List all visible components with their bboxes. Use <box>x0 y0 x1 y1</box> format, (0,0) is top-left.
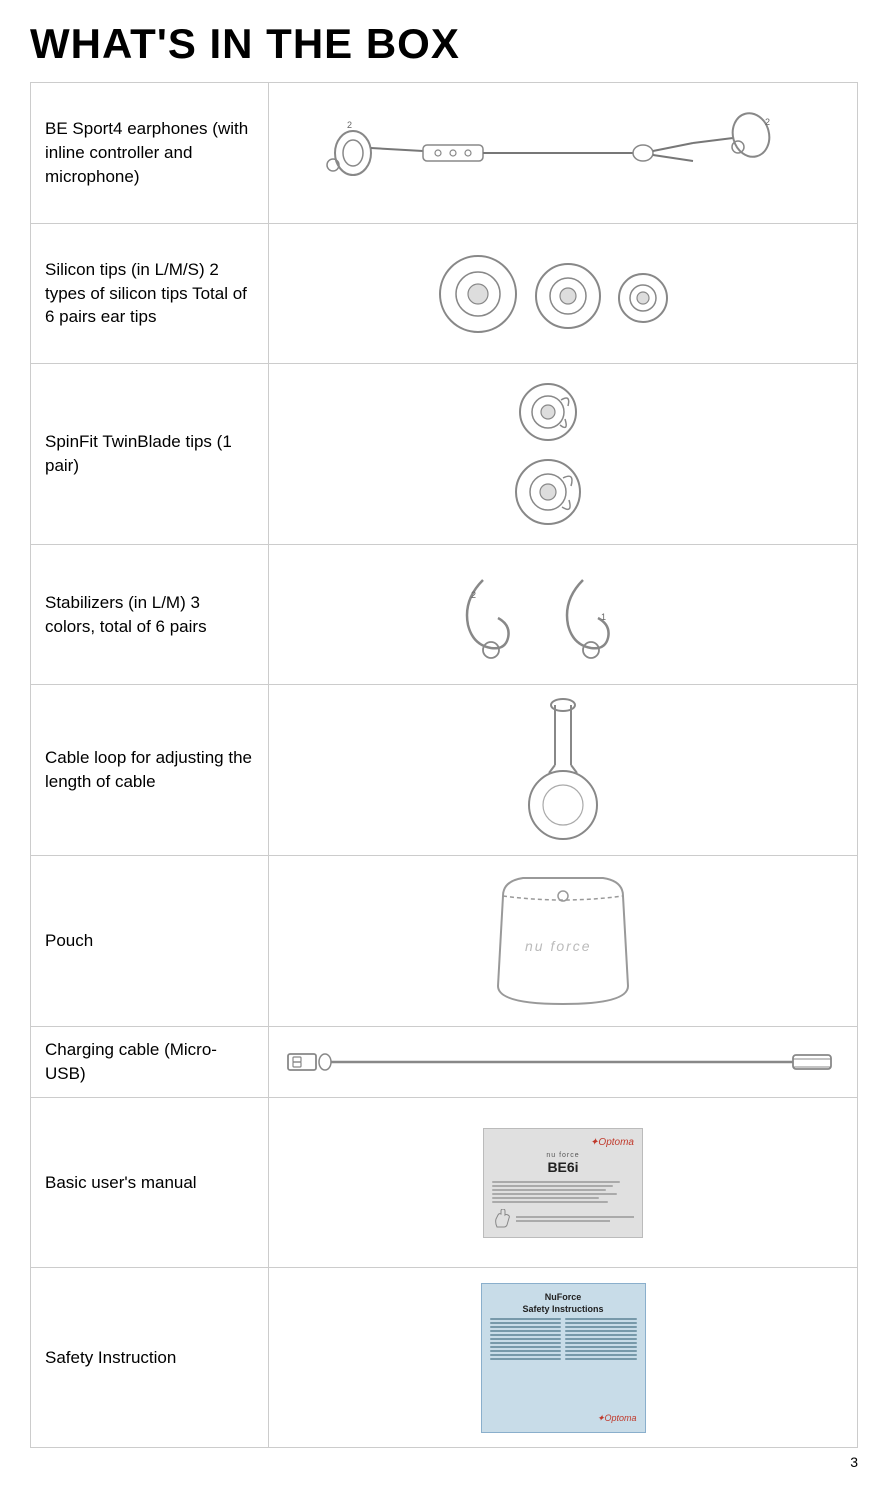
contents-table: BE Sport4 earphones (with inline control… <box>30 82 858 1448</box>
table-row: Safety Instruction NuForce Safety Instru… <box>31 1268 858 1448</box>
item-image: ✦Optoma nu force BE6i <box>269 1098 858 1268</box>
table-row: Stabilizers (in L/M) 3 colors, total of … <box>31 545 858 685</box>
safety-content <box>490 1318 637 1409</box>
hand-icon <box>492 1209 512 1229</box>
table-row: SpinFit TwinBlade tips (1 pair) <box>31 364 858 545</box>
table-row: Cable loop for adjusting the length of c… <box>31 685 858 856</box>
item-label: SpinFit TwinBlade tips (1 pair) <box>31 364 269 545</box>
nuforce-text: nu force <box>492 1152 634 1159</box>
item-label: Silicon tips (in L/M/S) 2 types of silic… <box>31 224 269 364</box>
item-image <box>269 1027 858 1098</box>
table-row: BE Sport4 earphones (with inline control… <box>31 83 858 224</box>
item-label: Cable loop for adjusting the length of c… <box>31 685 269 856</box>
item-label: BE Sport4 earphones (with inline control… <box>31 83 269 224</box>
pouch-svg: nu force <box>463 866 663 1016</box>
page-title: WHAT'S IN THE BOX <box>30 20 858 68</box>
charging-cable-svg <box>283 1037 843 1087</box>
safety-card: NuForce Safety Instructions <box>481 1283 646 1433</box>
item-image: 2 1 <box>269 545 858 685</box>
safety-optoma-logo: ✦Optoma <box>490 1413 637 1424</box>
table-row: Basic user's manual ✦Optoma nu force BE6… <box>31 1098 858 1268</box>
item-image: nu force <box>269 856 858 1027</box>
item-label: Safety Instruction <box>31 1268 269 1448</box>
manual-card: ✦Optoma nu force BE6i <box>483 1128 643 1238</box>
page-number: 3 <box>850 1454 858 1470</box>
optoma-logo: ✦Optoma <box>492 1137 634 1148</box>
svg-text:1: 1 <box>601 612 606 622</box>
safety-title: Safety Instructions <box>490 1304 637 1314</box>
table-row: Charging cable (Micro-USB) <box>31 1027 858 1098</box>
svg-text:2: 2 <box>471 590 476 600</box>
item-image <box>269 685 858 856</box>
item-image: 2 2 <box>269 83 858 224</box>
item-image <box>269 224 858 364</box>
stabilizers-svg: 2 1 <box>453 560 673 670</box>
table-row: Pouch nu force <box>31 856 858 1027</box>
safety-brand: NuForce <box>490 1292 637 1302</box>
item-label: Basic user's manual <box>31 1098 269 1268</box>
manual-lines <box>492 1181 634 1229</box>
manual-title: BE6i <box>492 1159 634 1175</box>
item-label: Charging cable (Micro-USB) <box>31 1027 269 1098</box>
svg-text:nu force: nu force <box>525 938 592 954</box>
svg-text:2: 2 <box>765 117 770 127</box>
item-label: Stabilizers (in L/M) 3 colors, total of … <box>31 545 269 685</box>
silicon-tips-svg <box>433 244 693 344</box>
cable-loop-svg <box>513 695 613 845</box>
spinfit-svg <box>503 374 623 534</box>
item-label: Pouch <box>31 856 269 1027</box>
svg-text:2: 2 <box>347 120 352 130</box>
item-image: NuForce Safety Instructions <box>269 1268 858 1448</box>
item-image <box>269 364 858 545</box>
earphones-svg: 2 2 <box>303 93 823 213</box>
table-row: Silicon tips (in L/M/S) 2 types of silic… <box>31 224 858 364</box>
